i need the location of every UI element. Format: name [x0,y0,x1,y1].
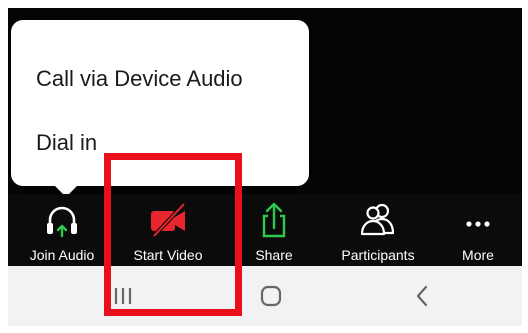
recents-button[interactable] [88,266,158,326]
start-video-button[interactable]: Start Video [110,194,226,266]
more-button[interactable]: More [434,194,522,266]
home-button[interactable] [236,266,306,326]
back-button[interactable] [388,266,458,326]
participants-label: Participants [341,247,415,263]
headphones-icon [42,202,82,238]
share-button[interactable]: Share [226,194,322,266]
participants-icon [358,202,398,238]
share-label: Share [255,247,293,263]
join-audio-button[interactable]: Join Audio [14,194,110,266]
share-icon [254,202,294,238]
participants-button[interactable]: Participants [322,194,434,266]
dial-in-option[interactable]: Dial in [36,130,97,156]
start-video-label: Start Video [133,247,203,263]
more-icon [458,202,498,238]
audio-options-popup: Call via Device Audio Dial in [11,20,309,197]
video-off-icon [148,202,188,238]
meeting-toolbar: Join Audio Start Video Share Participant… [8,194,522,266]
android-nav-bar [8,266,522,326]
call-via-device-audio-option[interactable]: Call via Device Audio [36,66,243,92]
join-audio-label: Join Audio [29,247,95,263]
zoom-screen: Call via Device Audio Dial in Join Audio [8,8,522,326]
more-label: More [462,247,494,263]
